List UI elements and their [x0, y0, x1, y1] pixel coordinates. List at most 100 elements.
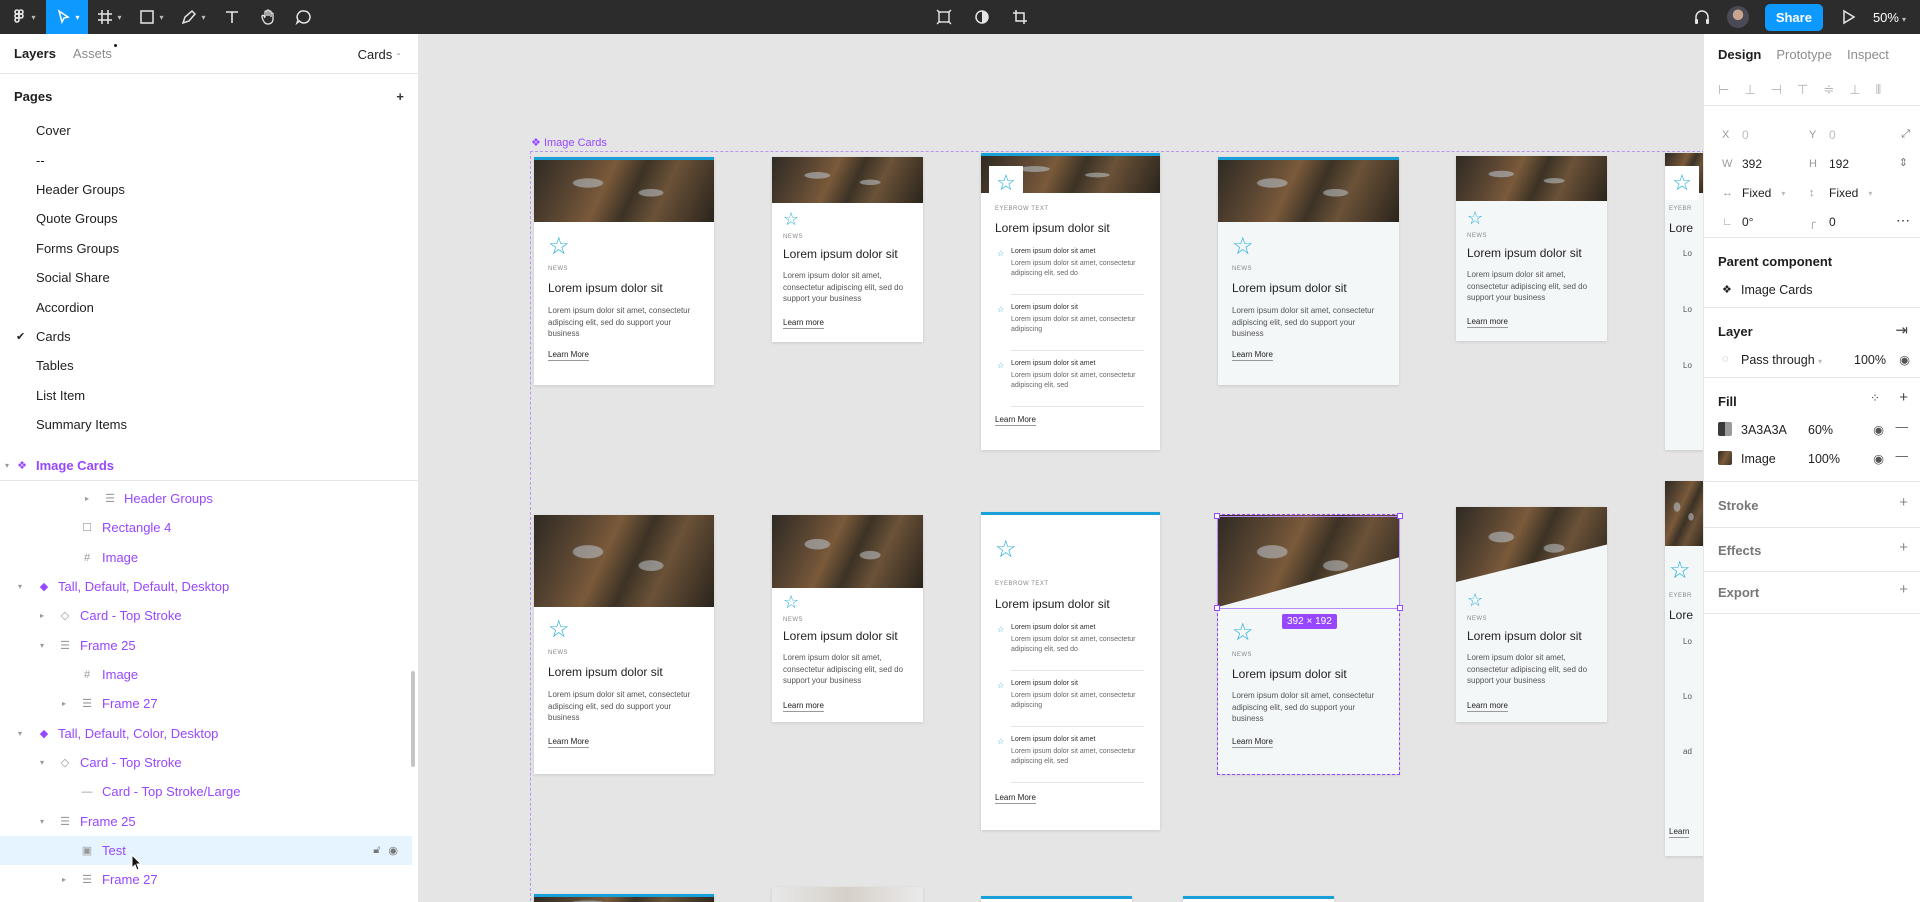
page-item[interactable]: Tables [0, 351, 418, 380]
image-card[interactable] [981, 896, 1132, 902]
layer-row[interactable]: ▾ ◇ Card - Top Stroke [0, 748, 412, 777]
align-top-icon[interactable]: ⊤ [1797, 82, 1808, 98]
fill-color-swatch[interactable] [1718, 422, 1732, 436]
image-card[interactable]: ☆ NEWS Lorem ipsum dolor sit Lorem ipsum… [534, 157, 714, 385]
figma-menu-icon[interactable]: ▾ [0, 0, 46, 34]
layers-scrollbar[interactable] [411, 671, 415, 767]
learn-more-link[interactable]: Learn More [1232, 350, 1273, 361]
layer-row-selected[interactable]: ▣ Test 🔓︎ ◉ [0, 836, 412, 865]
blend-mode-select[interactable]: Pass through ▾ [1741, 353, 1822, 367]
add-effect-icon[interactable]: + [1899, 539, 1908, 556]
more-options-icon[interactable]: ⋯ [1896, 212, 1910, 229]
learn-more-link[interactable]: Learn More [548, 737, 589, 748]
layer-opacity-field[interactable]: 100% [1854, 353, 1886, 367]
crop-icon[interactable] [1011, 0, 1029, 34]
layer-row[interactable]: ▾ ◆ Tall, Default, Default, Desktop [0, 572, 412, 601]
hand-tool-icon[interactable] [250, 0, 286, 34]
height-field[interactable]: H 192 [1809, 157, 1849, 171]
resize-handle[interactable] [1214, 605, 1220, 611]
add-fill-icon[interactable]: + [1899, 389, 1908, 406]
tab-inspect[interactable]: Inspect [1847, 47, 1889, 62]
chevron-right-icon[interactable]: ▸ [40, 611, 44, 620]
image-card[interactable]: ☆ NEWS Lorem ipsum dolor sit Lorem ipsum… [534, 515, 714, 774]
corner-radius-field[interactable]: ╭ 0 [1809, 215, 1836, 229]
learn-more-link[interactable]: Learn more [1467, 317, 1508, 328]
chevron-down-icon[interactable]: ▾ [40, 758, 44, 767]
styles-grid-icon[interactable]: ⁘ [1870, 391, 1880, 405]
align-right-icon[interactable]: ⊣ [1771, 82, 1782, 98]
component-tool-icon[interactable] [935, 0, 953, 34]
layer-row[interactable]: ▸ ☰ Frame 27 [0, 689, 412, 718]
add-export-icon[interactable]: + [1899, 581, 1908, 598]
chevron-down-icon[interactable]: ▾ [5, 461, 9, 470]
learn-more-link[interactable]: Learn more [1467, 701, 1508, 712]
fill-opacity[interactable]: 100% [1808, 452, 1840, 466]
learn-more-link[interactable]: Learn more [783, 318, 824, 329]
resize-handle[interactable] [1397, 605, 1403, 611]
page-item[interactable]: Accordion [0, 292, 418, 321]
align-bottom-icon[interactable]: ⊥ [1849, 82, 1860, 98]
resize-handle[interactable] [1397, 513, 1403, 519]
layer-row[interactable]: ▸ ◇ Card - Top Stroke [0, 601, 412, 630]
parent-component-link[interactable]: Image Cards [1741, 283, 1813, 297]
image-card[interactable]: ☆ NEWS Lorem ipsum dolor sit Lorem ipsum… [1218, 157, 1399, 385]
chevron-right-icon[interactable]: ▸ [62, 699, 66, 708]
eye-icon[interactable]: ◉ [1873, 422, 1884, 437]
remove-fill-icon[interactable]: — [1896, 420, 1909, 434]
page-item[interactable]: Cover [0, 116, 418, 145]
chevron-down-icon[interactable]: ▾ [40, 641, 44, 650]
tab-assets[interactable]: Assets [73, 44, 117, 61]
page-item[interactable]: List Item [0, 381, 418, 410]
chevron-down-icon[interactable]: ▾ [40, 817, 44, 826]
eye-icon[interactable]: ◉ [1873, 451, 1884, 466]
fill-opacity[interactable]: 60% [1808, 423, 1833, 437]
layer-row[interactable]: # Image [0, 543, 412, 572]
tab-layers[interactable]: Layers [14, 46, 56, 61]
learn-more-link[interactable]: Learn More [1232, 737, 1273, 748]
frame-label[interactable]: ❖ Image Cards [531, 136, 607, 149]
image-card[interactable] [772, 887, 923, 902]
vertical-resizing-select[interactable]: ↕ Fixed ▾ [1809, 186, 1872, 200]
chevron-right-icon[interactable]: ▸ [85, 494, 89, 503]
frame-tool-icon[interactable]: ▾ [88, 0, 130, 34]
layer-row[interactable]: — Card - Top Stroke/Large [0, 777, 412, 806]
image-card[interactable]: ☆ NEWS Lorem ipsum dolor sit Lorem ipsum… [1456, 507, 1607, 722]
eye-icon[interactable]: ◉ [388, 844, 398, 857]
learn-more-link[interactable]: Learn More [995, 415, 1036, 426]
learn-more-link[interactable]: Learn more [783, 701, 824, 712]
fill-image-label[interactable]: Image [1741, 452, 1776, 466]
layer-row[interactable]: ▾ ☰ Frame 25 [0, 631, 412, 660]
constrain-proportions-icon[interactable]: ⇕ [1899, 156, 1908, 169]
canvas[interactable]: ❖ Image Cards ☆ NEWS Lorem ipsum dolor s… [420, 34, 1703, 902]
layer-row[interactable]: ☐ Rectangle 4 [0, 513, 412, 542]
rotation-field[interactable]: ∟ 0° [1722, 215, 1753, 229]
page-item[interactable]: Summary Items [0, 410, 418, 439]
chevron-right-icon[interactable]: ▸ [62, 875, 66, 884]
list-card[interactable]: ☆ EYEBROW TEXT Lorem ipsum dolor sit ☆ L… [981, 512, 1160, 830]
image-card[interactable] [1183, 896, 1334, 902]
image-card[interactable]: ☆ NEWS Lorem ipsum dolor sit Lorem ipsum… [772, 515, 923, 722]
page-item[interactable]: Social Share [0, 263, 418, 292]
learn-more-link[interactable]: Learn More [548, 350, 589, 361]
horizontal-resizing-select[interactable]: ↔ Fixed ▾ [1722, 186, 1785, 200]
list-card-partial[interactable]: ☆ EYEBR Lore Lo Lo ad Learn [1665, 481, 1703, 856]
pen-tool-icon[interactable]: ▾ [172, 0, 214, 34]
image-card[interactable] [534, 894, 714, 902]
headphones-icon[interactable] [1693, 0, 1711, 34]
resize-to-fit-icon[interactable]: ⤢ [1901, 128, 1910, 141]
layer-row[interactable]: ▸ ☰ Frame 27 [0, 865, 412, 894]
eye-icon[interactable]: ◉ [1899, 352, 1910, 367]
fill-hex[interactable]: 3A3A3A [1741, 423, 1787, 437]
page-item[interactable]: Header Groups [0, 175, 418, 204]
layer-row[interactable]: ▾ ◆ Tall, Default, Color, Desktop [0, 719, 412, 748]
align-center-v-icon[interactable]: ≑ [1823, 82, 1834, 98]
contrast-icon[interactable] [973, 0, 991, 34]
resize-handle[interactable] [1214, 513, 1220, 519]
layer-row[interactable]: # Image [0, 660, 412, 689]
layer-row[interactable]: ▸ ☰ Header Groups [0, 484, 412, 513]
learn-more-link[interactable]: Learn More [995, 793, 1036, 804]
page-item[interactable]: -- [0, 145, 418, 174]
layer-row-image-cards[interactable]: ▾ ❖ Image Cards [0, 451, 412, 480]
y-field[interactable]: Y0 [1809, 128, 1836, 142]
text-tool-icon[interactable] [214, 0, 250, 34]
